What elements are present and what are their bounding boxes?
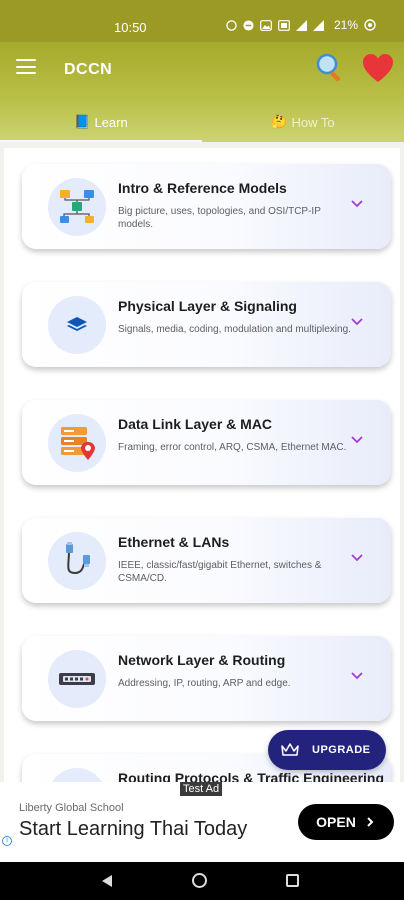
chevron-down-icon[interactable] [350,317,364,327]
menu-icon[interactable] [16,59,36,75]
app-bar: DCCN 📘 Learn 🤔 How To [0,42,404,143]
topic-title: Ethernet & LANs [118,534,230,550]
ethernet-cable-icon [66,542,90,575]
signal-icon [313,19,324,31]
tab-bar: 📘 Learn 🤔 How To [0,102,404,143]
search-icon[interactable] [314,52,346,84]
ad-info-icon[interactable]: i [2,836,12,846]
server-ip-icon [61,427,95,460]
topic-title: Routing Protocols & Traffic Engineering [118,770,385,782]
ad-open-button[interactable]: OPEN [298,804,394,840]
topic-card-physical[interactable]: Physical Layer & Signaling Signals, medi… [22,282,391,367]
topic-title: Network Layer & Routing [118,652,286,668]
topic-title: Physical Layer & Signaling [118,298,297,314]
app-title: DCCN [64,61,113,78]
dnd-icon [243,19,254,31]
topic-card-network-layer[interactable]: Network Layer & Routing Addressing, IP, … [22,636,391,721]
ad-headline[interactable]: Start Learning Thai Today [19,818,247,841]
photo-icon [260,19,272,31]
network-diagram-icon [60,190,94,223]
chevron-down-icon[interactable] [350,553,364,563]
topic-description: Signals, media, coding, modulation and m… [118,324,351,335]
topic-icon-badge [48,178,106,236]
battery-icon [364,19,376,31]
ad-banner[interactable]: Test Ad Liberty Global School Start Lear… [0,782,404,862]
chevron-down-icon[interactable] [350,671,364,681]
topic-icon-badge [48,414,106,472]
topic-title: Intro & Reference Models [118,180,287,196]
recent-apps-icon[interactable] [286,874,299,887]
topic-icon-badge [48,532,106,590]
chevron-down-icon[interactable] [350,199,364,209]
topic-card-data-link[interactable]: Data Link Layer & MAC Framing, error con… [22,400,391,485]
topic-card-ethernet[interactable]: Ethernet & LANs IEEE, classic/fast/gigab… [22,518,391,603]
battery-text: 21% [334,18,359,32]
topic-title: Data Link Layer & MAC [118,416,273,432]
topic-icon-badge [48,768,106,782]
chevron-right-icon [367,817,374,827]
sim-icon [278,19,290,31]
book-icon: 📘 [74,114,91,129]
ad-open-label: OPEN [316,814,356,830]
upgrade-label: UPGRADE [312,744,371,756]
topic-list[interactable]: Intro & Reference Models Big picture, us… [0,142,404,782]
topic-description: Addressing, IP, routing, ARP and edge. [118,678,291,689]
thinking-face-icon: 🤔 [271,114,288,129]
topic-description: IEEE, classic/fast/gigabit Ethernet, swi… [118,560,322,584]
topic-icon-badge [48,296,106,354]
status-bar: 10:50 21% [0,0,404,42]
status-icons: 21% [226,18,376,32]
heart-icon[interactable] [362,53,394,83]
tab-how-to[interactable]: 🤔 How To [202,102,404,142]
router-icon [59,673,95,685]
tab-learn[interactable]: 📘 Learn [0,102,202,143]
topic-description: Framing, error control, ARQ, CSMA, Ether… [118,442,347,453]
topic-list-panel: Intro & Reference Models Big picture, us… [4,148,400,782]
home-icon[interactable] [192,873,207,888]
whatsapp-icon [226,19,237,31]
signal-icon [296,19,307,31]
topic-card-intro[interactable]: Intro & Reference Models Big picture, us… [22,164,391,249]
back-icon[interactable] [100,874,114,888]
upgrade-button[interactable]: UPGRADE [268,730,386,770]
layers-icon [67,317,87,331]
chevron-down-icon[interactable] [350,435,364,445]
topic-icon-badge [48,650,106,708]
status-time: 10:50 [114,20,147,35]
tab-how-to-label: How To [291,114,335,130]
topic-description: Big picture, uses, topologies, and OSI/T… [118,206,321,230]
crown-icon [281,743,299,756]
tab-learn-label: Learn [94,114,128,130]
ad-tag: Test Ad [180,782,223,796]
system-nav-bar [0,862,404,900]
ad-sponsor: Liberty Global School [19,802,124,814]
